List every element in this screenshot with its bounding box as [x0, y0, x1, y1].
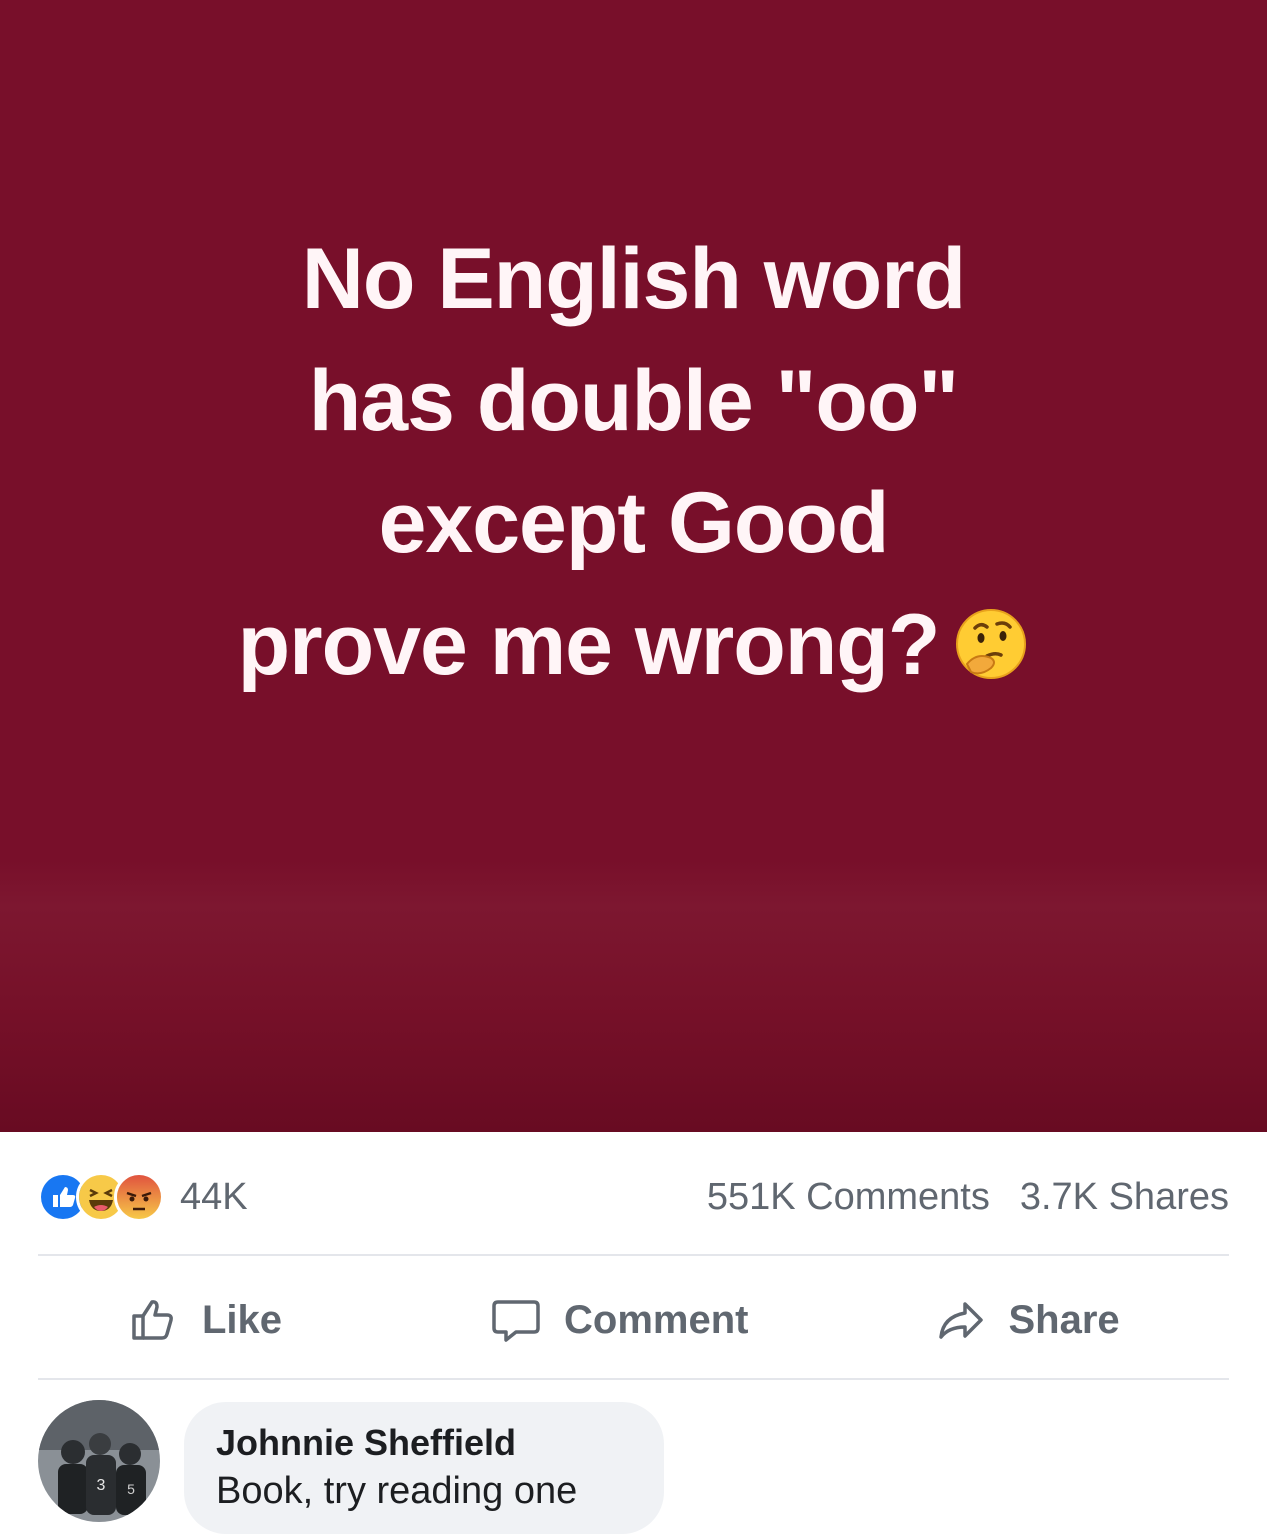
- comment-bubble: Johnnie Sheffield Book, try reading one: [184, 1402, 664, 1534]
- post-text-line: prove me wrong?: [237, 597, 941, 693]
- engagement-stats: 44K 551K Comments 3.7K Shares: [38, 1162, 1229, 1232]
- thumbs-up-icon: [132, 1300, 173, 1340]
- like-label: Like: [202, 1297, 283, 1342]
- comment-text: Book, try reading one: [216, 1470, 578, 1512]
- angry-reaction-icon: [114, 1172, 164, 1222]
- speech-bubble-icon: [492, 1300, 540, 1342]
- reaction-summary[interactable]: 44K: [38, 1172, 248, 1222]
- reaction-count[interactable]: 44K: [180, 1176, 248, 1219]
- share-button[interactable]: Share: [935, 1294, 1120, 1346]
- svg-text:3: 3: [97, 1477, 106, 1494]
- post-text-line: No English word: [301, 231, 966, 327]
- share-label: Share: [1008, 1297, 1120, 1342]
- post-actions-bar: Like Comment Share: [38, 1270, 1229, 1370]
- svg-text:5: 5: [127, 1481, 135, 1497]
- comment-share-counts: 551K Comments 3.7K Shares: [677, 1176, 1229, 1219]
- post-text: No English word has double "oo" except G…: [0, 218, 1267, 706]
- comment-item: 3 5 Johnnie Sheffield Book, try reading …: [38, 1400, 664, 1534]
- share-arrow-icon: [938, 1302, 983, 1339]
- avatar[interactable]: 3 5: [38, 1400, 160, 1522]
- comment-button[interactable]: Comment: [490, 1294, 749, 1346]
- comment-label: Comment: [564, 1297, 749, 1342]
- divider: [38, 1378, 1229, 1380]
- shares-count-link[interactable]: 3.7K Shares: [1020, 1176, 1229, 1218]
- post-text-line: except Good: [378, 475, 890, 571]
- thinking-face-emoji-icon: [953, 592, 1029, 679]
- post-text-line-last: prove me wrong?: [0, 584, 1267, 706]
- divider: [38, 1254, 1229, 1256]
- comment-author-link[interactable]: Johnnie Sheffield: [216, 1420, 626, 1466]
- post-text-line: has double "oo": [308, 353, 959, 449]
- like-button[interactable]: Like: [128, 1294, 282, 1346]
- post-image[interactable]: No English word has double "oo" except G…: [0, 0, 1267, 1132]
- comments-count-link[interactable]: 551K Comments: [707, 1176, 990, 1218]
